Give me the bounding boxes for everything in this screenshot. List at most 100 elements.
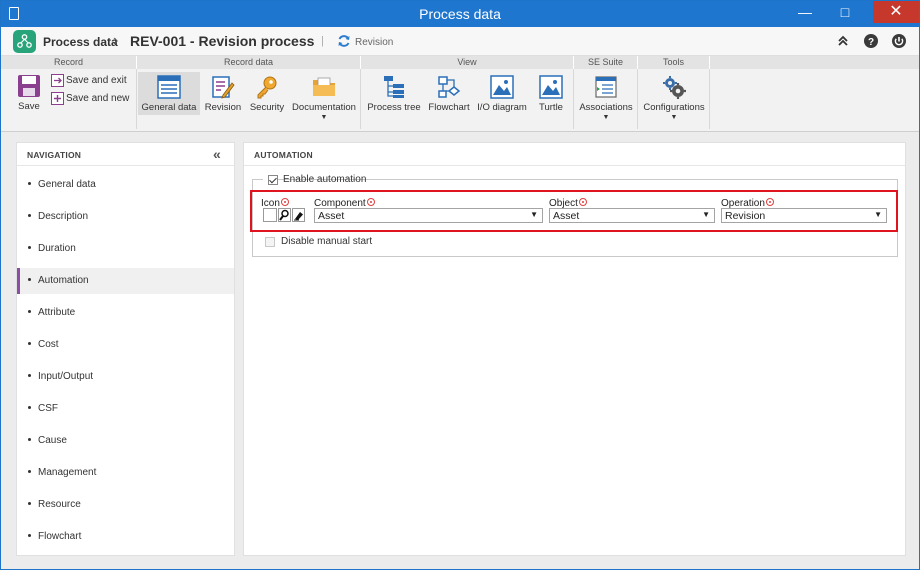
save-button[interactable]: Save (11, 74, 47, 126)
dropdown-caret-icon: ▼ (602, 114, 610, 121)
io-diagram-label: I/O diagram (477, 102, 527, 113)
bullet-icon (28, 278, 31, 281)
turtle-button[interactable]: Turtle (533, 72, 569, 115)
nav-item-label: Management (38, 467, 97, 478)
gears-icon (663, 76, 686, 99)
nav-item-duration[interactable]: Duration (17, 236, 234, 262)
bullet-icon (28, 310, 31, 313)
revision-button[interactable]: Revision (203, 72, 243, 115)
help-icon[interactable]: ? (863, 33, 879, 49)
flowchart-icon (438, 76, 461, 98)
security-button[interactable]: Security (247, 72, 287, 115)
save-and-exit-label: Save and exit (66, 75, 127, 86)
save-and-exit-button[interactable]: Save and exit (51, 74, 135, 88)
process-tree-button[interactable]: Process tree (365, 72, 423, 115)
dropdown-caret-icon: ▼ (670, 114, 678, 121)
automation-header: AUTOMATION (244, 143, 905, 166)
general-data-button[interactable]: General data (138, 72, 200, 115)
nav-item-label: Flowchart (38, 531, 82, 542)
key-icon (257, 76, 277, 99)
window-title: Process data (419, 6, 501, 22)
associations-label: Associations (579, 102, 633, 113)
enable-automation-row: Enable automation (263, 173, 366, 187)
configurations-button[interactable]: Configurations ▼ (641, 72, 707, 128)
security-label: Security (249, 102, 285, 113)
enable-automation-checkbox[interactable] (268, 175, 278, 185)
general-data-label: General data (141, 102, 197, 113)
highlight-box (250, 190, 898, 232)
process-data-window: Process data — □ ✕ Process data › REV-00… (0, 0, 920, 570)
enable-automation-label: Enable automation (283, 174, 367, 185)
io-diagram-button[interactable]: I/O diagram (476, 72, 528, 115)
record-header: Process data › REV-001 - Revision proces… (1, 27, 919, 56)
title-bar: Process data — □ ✕ (1, 1, 919, 27)
turtle-label: Turtle (539, 102, 563, 113)
bullet-icon (28, 342, 31, 345)
bullet-icon (28, 246, 31, 249)
ribbon-group-record: Record (1, 56, 137, 69)
nav-item-cost[interactable]: Cost (17, 332, 234, 358)
nav-item-label: Cause (38, 435, 67, 446)
breadcrumb-root[interactable]: Process data (43, 35, 118, 49)
bullet-icon (28, 502, 31, 505)
associations-icon (595, 76, 617, 98)
navigation-title: NAVIGATION (27, 150, 82, 160)
automation-title: AUTOMATION (254, 150, 313, 160)
nav-item-label: Resource (38, 499, 81, 510)
maximize-button[interactable]: □ (831, 1, 859, 23)
ribbon-separator (709, 69, 710, 129)
nav-item-resource[interactable]: Resource (17, 492, 234, 518)
revision-cycle-icon (338, 35, 350, 47)
exit-icon[interactable] (891, 33, 907, 49)
ribbon-separator (136, 69, 137, 129)
nav-item-flowchart[interactable]: Flowchart (17, 524, 234, 550)
ribbon-separator (573, 69, 574, 129)
flowchart-button[interactable]: Flowchart (426, 72, 472, 115)
svg-text:?: ? (868, 37, 874, 48)
nav-item-label: CSF (38, 403, 58, 414)
document-edit-icon (212, 76, 235, 99)
ribbon-toolbar: Record Record data View SE Suite Tools S… (1, 56, 919, 132)
general-data-icon (157, 75, 181, 99)
process-logo-icon (13, 30, 36, 53)
bullet-icon (28, 214, 31, 217)
nav-item-label: Input/Output (38, 371, 94, 382)
chevron-right-icon: › (113, 32, 119, 49)
minimize-button[interactable]: — (791, 1, 819, 23)
ribbon-group-view: View (361, 56, 574, 69)
ribbon-separator (360, 69, 361, 129)
close-button[interactable]: ✕ (873, 1, 919, 23)
nav-item-management[interactable]: Management (17, 460, 234, 486)
bullet-icon (28, 534, 31, 537)
collapse-ribbon-icon[interactable] (835, 33, 851, 49)
navigation-panel: NAVIGATION « General data Description Dura… (16, 142, 235, 556)
ribbon-group-empty (710, 56, 919, 69)
ribbon-group-record-data: Record data (137, 56, 361, 69)
nav-item-general-data[interactable]: General data (17, 172, 234, 198)
nav-item-csf[interactable]: CSF (17, 396, 234, 422)
save-and-new-button[interactable]: Save and new (51, 92, 135, 106)
nav-item-label: Cost (38, 339, 59, 350)
active-indicator (17, 268, 20, 294)
documentation-button[interactable]: Documentation ▼ (291, 72, 357, 128)
nav-item-input-output[interactable]: Input/Output (17, 364, 234, 390)
record-title: REV-001 - Revision process (130, 33, 315, 49)
double-chevron-left-icon[interactable]: « (213, 146, 221, 162)
process-tree-icon (384, 76, 404, 98)
mode-label: Revision (355, 37, 394, 48)
dropdown-caret-icon: ▼ (320, 114, 328, 121)
bullet-icon (28, 374, 31, 377)
disable-manual-start-label: Disable manual start (281, 236, 373, 247)
nav-item-attribute[interactable]: Attribute (17, 300, 234, 326)
nav-item-description[interactable]: Description (17, 204, 234, 230)
associations-button[interactable]: Associations ▼ (577, 72, 635, 128)
nav-item-automation[interactable]: Automation (17, 268, 234, 294)
process-tree-label: Process tree (367, 102, 421, 113)
nav-item-cause[interactable]: Cause (17, 428, 234, 454)
turtle-diagram-icon (539, 75, 563, 99)
bullet-icon (28, 406, 31, 409)
nav-item-label: Automation (38, 275, 89, 286)
bullet-icon (28, 182, 31, 185)
disable-manual-start-checkbox[interactable] (265, 237, 275, 247)
io-diagram-icon (490, 75, 514, 99)
